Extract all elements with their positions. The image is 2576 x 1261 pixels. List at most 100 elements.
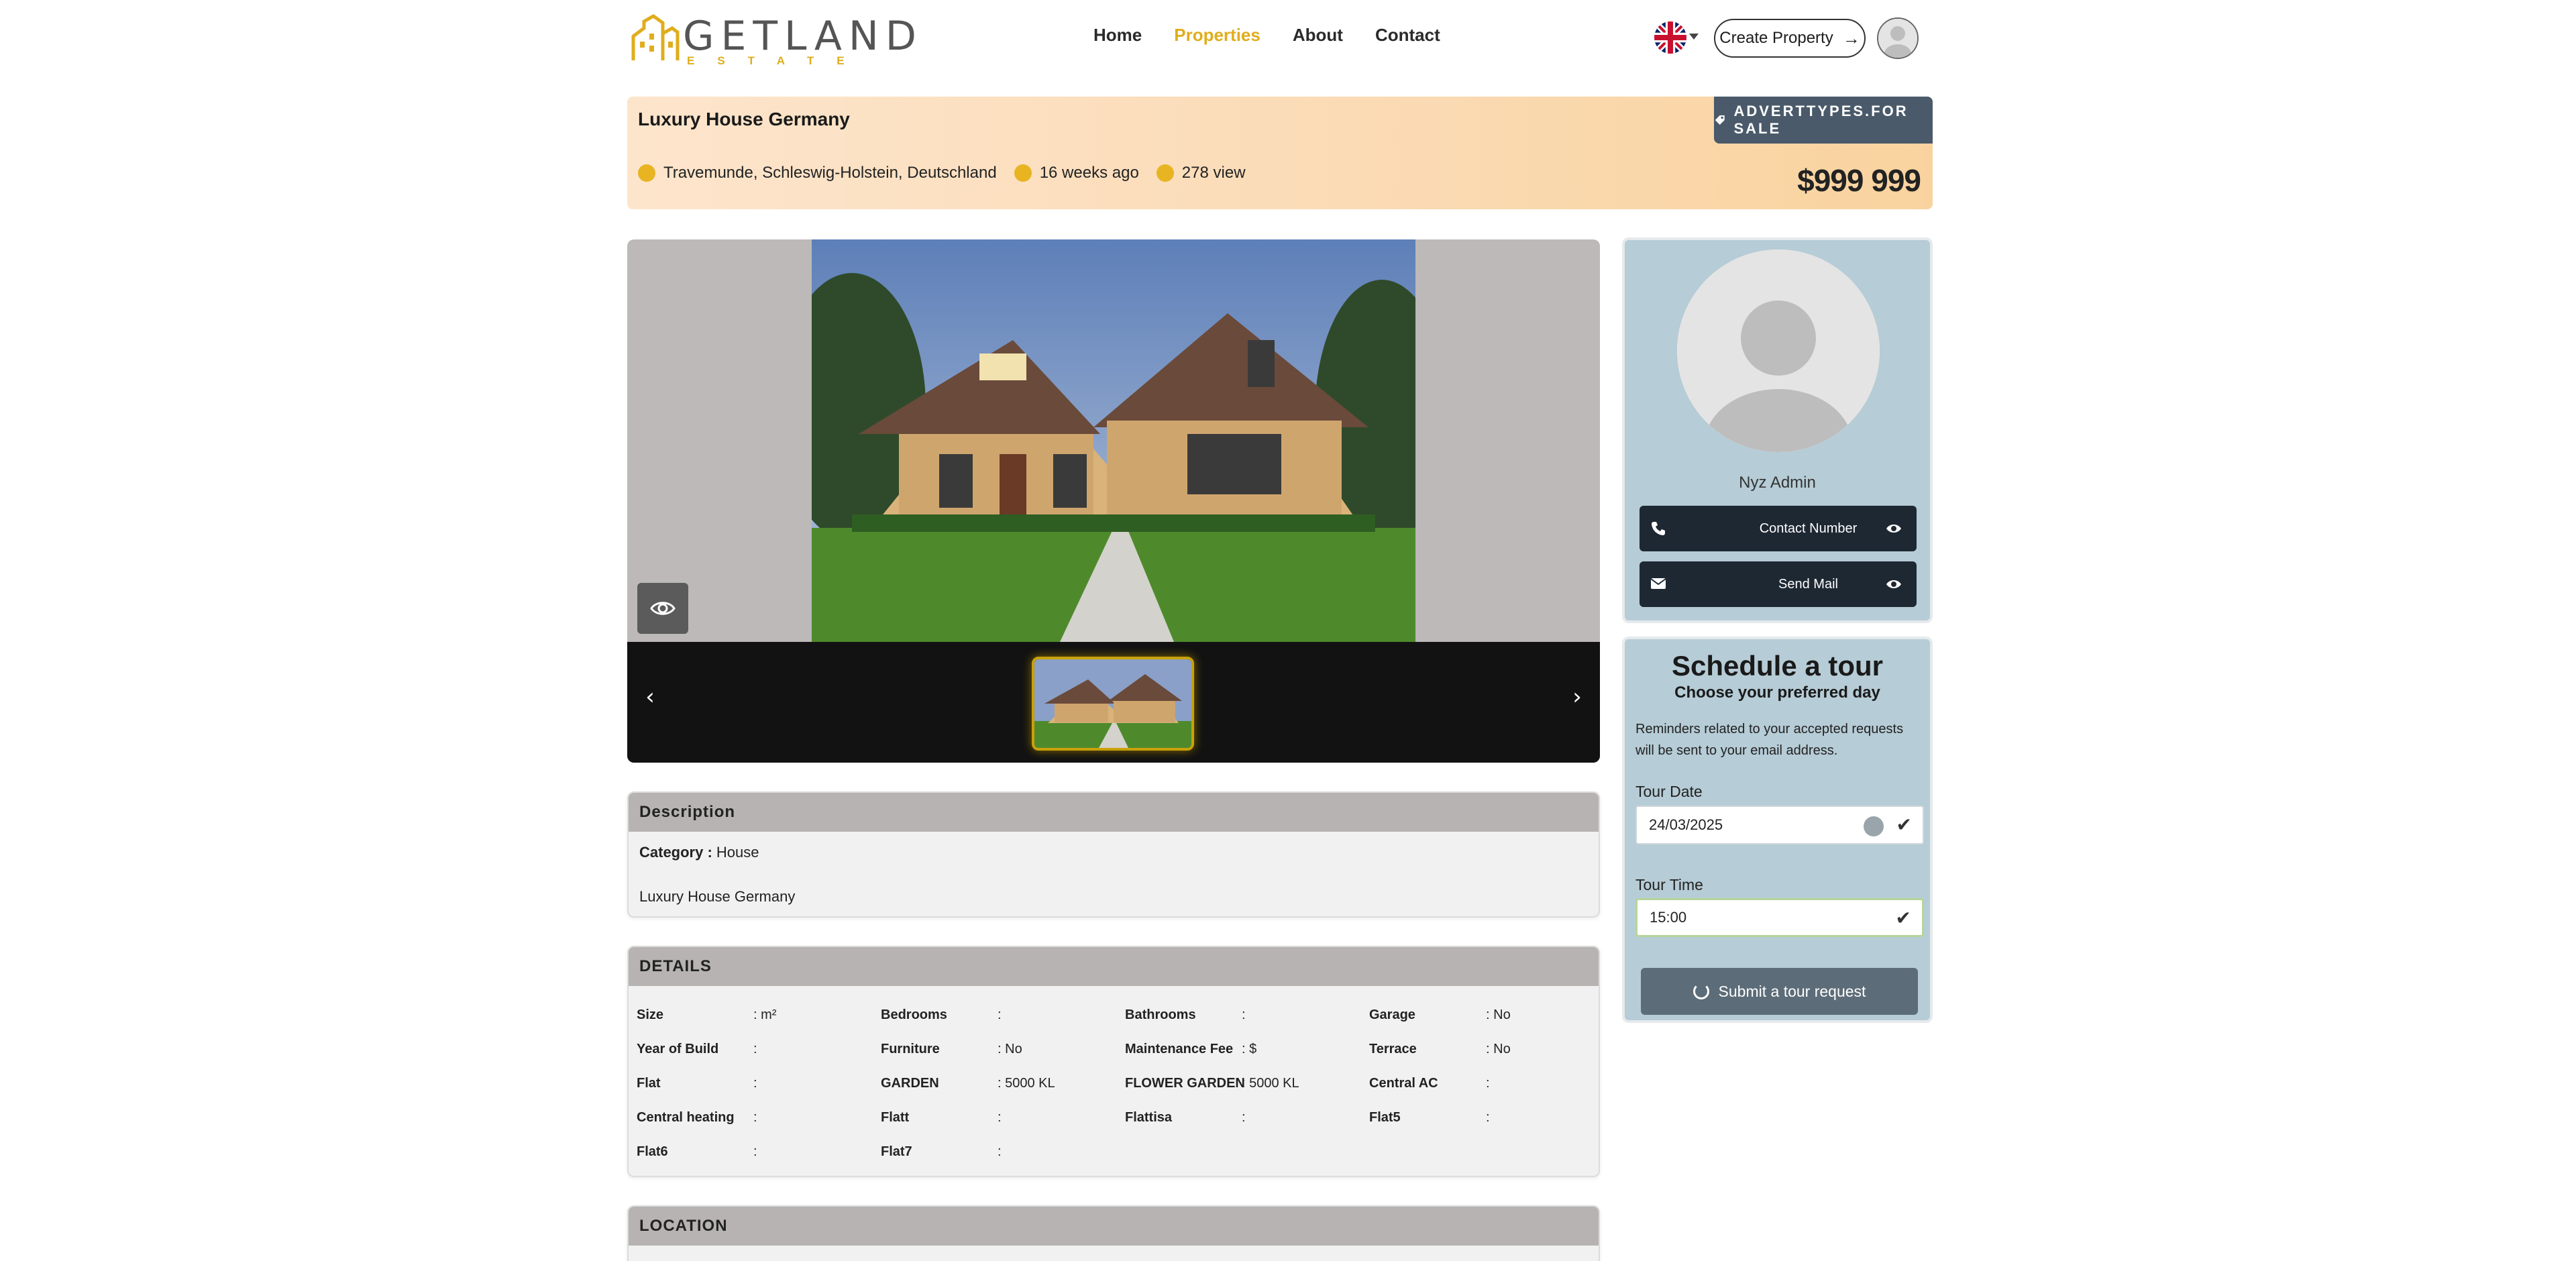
detail-label: Flat (637, 1076, 661, 1091)
listing-banner: Luxury House Germany ADVERTTYPES.FOR SAL… (627, 97, 1933, 209)
detail-label: Central AC (1369, 1076, 1438, 1091)
listing-location: Travemunde, Schleswig-Holstein, Deutschl… (663, 164, 997, 182)
user-avatar[interactable] (1877, 17, 1919, 59)
listing-meta: Travemunde, Schleswig-Holstein, Deutschl… (638, 164, 1263, 182)
detail-label: Flattisa (1125, 1110, 1173, 1125)
agent-name: Nyz Admin (1739, 474, 1816, 492)
nav-home[interactable]: Home (1093, 20, 1142, 50)
next-arrow-icon[interactable]: › (1564, 683, 1591, 710)
nav-about[interactable]: About (1293, 20, 1343, 50)
category-value: House (716, 844, 759, 861)
detail-value: : (753, 1042, 757, 1056)
details-grid: Size : m² Bedrooms : Bathrooms : Garage … (629, 986, 1599, 1174)
detail-value: : (753, 1144, 757, 1159)
language-dropdown-caret-icon[interactable] (1689, 34, 1699, 40)
tour-note: Reminders related to your accepted reque… (1635, 722, 1904, 758)
detail-label: Garage (1369, 1007, 1415, 1022)
detail-value: : m² (753, 1007, 777, 1022)
check-icon: ✔ (1896, 814, 1912, 836)
detail-label: Furniture (881, 1042, 940, 1056)
thumbnail-strip: ‹ › (627, 642, 1600, 763)
tour-subtitle: Choose your preferred day (1674, 683, 1880, 702)
listing-views: 278 view (1181, 164, 1246, 182)
category-label: Category : (639, 844, 712, 861)
submit-tour-button[interactable]: Submit a tour request (1641, 968, 1918, 1015)
send-mail-button[interactable]: Send Mail (1640, 561, 1917, 607)
detail-label: Bathrooms (1125, 1007, 1196, 1022)
image-gallery: ‹ › (627, 239, 1600, 763)
fullscreen-view-button[interactable] (637, 583, 688, 634)
detail-value: : (998, 1110, 1002, 1125)
main-property-image[interactable] (778, 239, 1449, 642)
detail-label: Flat6 (637, 1144, 668, 1159)
agent-avatar (1677, 250, 1880, 452)
detail-value: : $ (1242, 1042, 1257, 1056)
listing-price: $999 999 (1797, 163, 1921, 198)
detail-value: : (1242, 1007, 1246, 1022)
create-property-label: Create Property (1719, 29, 1833, 47)
agent-card: Nyz Admin Contact Number Send Mail (1622, 237, 1933, 623)
detail-value: : (998, 1007, 1002, 1022)
location-card: LOCATION (627, 1205, 1600, 1261)
tour-date-input[interactable]: 24/03/2025 ✔ (1635, 806, 1924, 844)
description-card: Description Category : House Luxury Hous… (627, 791, 1600, 918)
loading-spinner-icon (1693, 983, 1709, 999)
logo-wordmark: GETLAND (683, 13, 923, 60)
description-heading: Description (629, 793, 1599, 832)
contact-number-button[interactable]: Contact Number (1640, 506, 1917, 551)
getland-logo[interactable]: GETLAND ESTATE (631, 13, 916, 67)
detail-value: : 5000 KL (1242, 1076, 1299, 1091)
eye-icon (1886, 580, 1901, 588)
location-pin-icon (638, 164, 655, 182)
logo-subtitle: ESTATE (687, 54, 867, 67)
top-navbar: GETLAND ESTATE Home Properties About Con… (0, 0, 2576, 79)
tour-title: Schedule a tour (1671, 650, 1884, 681)
detail-label: FLOWER GARDEN (1125, 1076, 1245, 1091)
description-text: Luxury House Germany (639, 888, 796, 905)
location-heading: LOCATION (629, 1207, 1599, 1246)
send-mail-label: Send Mail (1778, 576, 1838, 592)
detail-value: : (1486, 1110, 1490, 1125)
details-card: DETAILS Size : m² Bedrooms : Bathrooms :… (627, 946, 1600, 1177)
detail-value: : No (1486, 1042, 1511, 1056)
detail-value: : 5000 KL (998, 1076, 1055, 1091)
detail-value: : No (998, 1042, 1022, 1056)
advert-type-label: ADVERTTYPES.FOR SALE (1733, 103, 1909, 137)
main-nav: Home Properties About Contact (1093, 20, 1472, 50)
clock-icon (1014, 164, 1032, 182)
nav-properties[interactable]: Properties (1174, 20, 1260, 50)
listing-title: Luxury House Germany (638, 109, 850, 129)
details-heading: DETAILS (629, 947, 1599, 986)
detail-label: Flat7 (881, 1144, 912, 1159)
arrow-right-icon: → (1842, 28, 1860, 48)
check-icon: ✔ (1895, 907, 1911, 929)
detail-label: Flatt (881, 1110, 910, 1125)
tour-date-label: Tour Date (1635, 783, 1703, 800)
uk-flag-icon[interactable] (1654, 21, 1686, 54)
eye-icon (1886, 525, 1901, 533)
detail-value: : (1486, 1076, 1490, 1091)
eye-icon (1156, 164, 1174, 182)
logo-building-icon (631, 14, 680, 60)
detail-value: : No (1486, 1007, 1511, 1022)
advert-type-badge: ADVERTTYPES.FOR SALE (1714, 97, 1933, 144)
detail-label: Terrace (1369, 1042, 1417, 1056)
detail-label: Central heating (637, 1110, 735, 1125)
detail-label: Flat5 (1369, 1110, 1401, 1125)
eye-outline-icon (650, 602, 676, 615)
create-property-button[interactable]: Create Property → (1714, 19, 1866, 58)
detail-label: Maintenance Fee (1125, 1042, 1234, 1056)
detail-label: Size (637, 1007, 664, 1022)
thumbnail-image[interactable] (1032, 657, 1194, 751)
prev-arrow-icon[interactable]: ‹ (637, 683, 663, 710)
nav-contact[interactable]: Contact (1375, 20, 1440, 50)
category-line: Category : House (639, 844, 1588, 861)
tour-time-input[interactable]: 15:00 ✔ (1635, 898, 1924, 937)
contact-number-label: Contact Number (1759, 520, 1858, 536)
calendar-icon[interactable] (1864, 816, 1884, 836)
detail-value: : (998, 1144, 1002, 1159)
detail-value: : (753, 1076, 757, 1091)
detail-value: : (1242, 1110, 1246, 1125)
detail-label: GARDEN (881, 1076, 939, 1091)
detail-label: Bedrooms (881, 1007, 947, 1022)
